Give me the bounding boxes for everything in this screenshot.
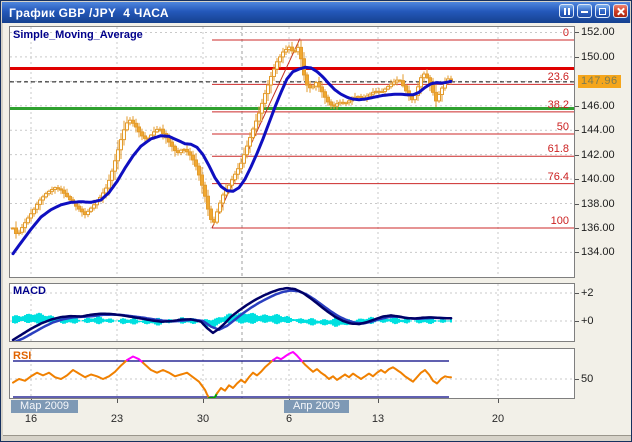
price-axis-tick	[575, 179, 579, 180]
price-axis-label: 134.00	[581, 246, 615, 258]
rsi-indicator-label: RSI	[13, 350, 31, 362]
price-axis-tick	[575, 57, 579, 58]
minimize-icon	[578, 5, 591, 17]
fib-level-label: 50	[557, 121, 569, 133]
fib-level-label: 61.8	[548, 143, 569, 155]
price-axis-tick	[575, 155, 579, 156]
price-axis-label: 140.00	[581, 173, 615, 185]
pin-button[interactable]	[559, 4, 574, 18]
time-axis-tick	[378, 399, 379, 403]
price-axis-label: 146.00	[581, 100, 615, 112]
price-axis-label: 138.00	[581, 198, 615, 210]
price-axis-label: 142.00	[581, 149, 615, 161]
minimize-button[interactable]	[577, 4, 592, 18]
x-tick-label: 6	[286, 413, 292, 425]
rsi-axis-label: 50	[581, 373, 593, 385]
rsi-chart-canvas[interactable]	[1, 348, 632, 399]
time-axis-tick	[498, 399, 499, 403]
fib-level-label: 100	[551, 215, 569, 227]
rsi-axis-tick	[575, 379, 579, 380]
time-axis-tick	[203, 399, 204, 403]
macd-axis-label: +2	[581, 287, 594, 299]
macd-axis-label: +0	[581, 315, 594, 327]
fib-level-label: 76.4	[548, 171, 569, 183]
month-badge: Апр 2009	[284, 400, 349, 413]
pause-bars-icon	[560, 5, 573, 17]
fib-level-label: 23.6	[548, 71, 569, 83]
price-axis-tick	[575, 32, 579, 33]
macd-axis-tick	[575, 321, 579, 322]
x-tick-label: 30	[197, 413, 209, 425]
price-axis-tick	[575, 204, 579, 205]
x-tick-label: 20	[492, 413, 504, 425]
x-tick-label: 16	[25, 413, 37, 425]
chart-window: График GBP /JPY 4 ЧАСА Simple_Moving_Ave…	[0, 0, 632, 442]
time-axis-tick	[117, 399, 118, 403]
window-title: График GBP /JPY 4 ЧАСА	[2, 6, 169, 20]
current-price-badge: 147.96	[578, 75, 621, 88]
x-tick-label: 23	[111, 413, 123, 425]
price-axis-label: 150.00	[581, 51, 615, 63]
title-bar[interactable]: График GBP /JPY 4 ЧАСА	[2, 2, 630, 23]
price-axis-label: 144.00	[581, 124, 615, 136]
maximize-icon	[596, 5, 609, 17]
maximize-button[interactable]	[595, 4, 610, 18]
price-axis-tick	[575, 106, 579, 107]
x-tick-label: 13	[372, 413, 384, 425]
price-axis-tick	[575, 130, 579, 131]
price-axis-tick	[575, 228, 579, 229]
macd-indicator-label: MACD	[13, 285, 46, 297]
close-button[interactable]	[613, 4, 628, 18]
sma-indicator-label: Simple_Moving_Average	[13, 29, 143, 41]
window-bottom-frame	[3, 435, 631, 442]
fib-level-label: 38.2	[548, 99, 569, 111]
fib-level-label: 0	[563, 27, 569, 39]
price-chart-canvas[interactable]	[1, 26, 632, 278]
price-axis-label: 136.00	[581, 222, 615, 234]
month-badge: Мар 2009	[11, 400, 78, 413]
price-axis-tick	[575, 252, 579, 253]
macd-chart-canvas[interactable]	[1, 283, 632, 342]
macd-axis-tick	[575, 293, 579, 294]
window-controls	[559, 4, 628, 18]
close-x-icon	[614, 5, 627, 17]
price-axis-label: 152.00	[581, 26, 615, 38]
